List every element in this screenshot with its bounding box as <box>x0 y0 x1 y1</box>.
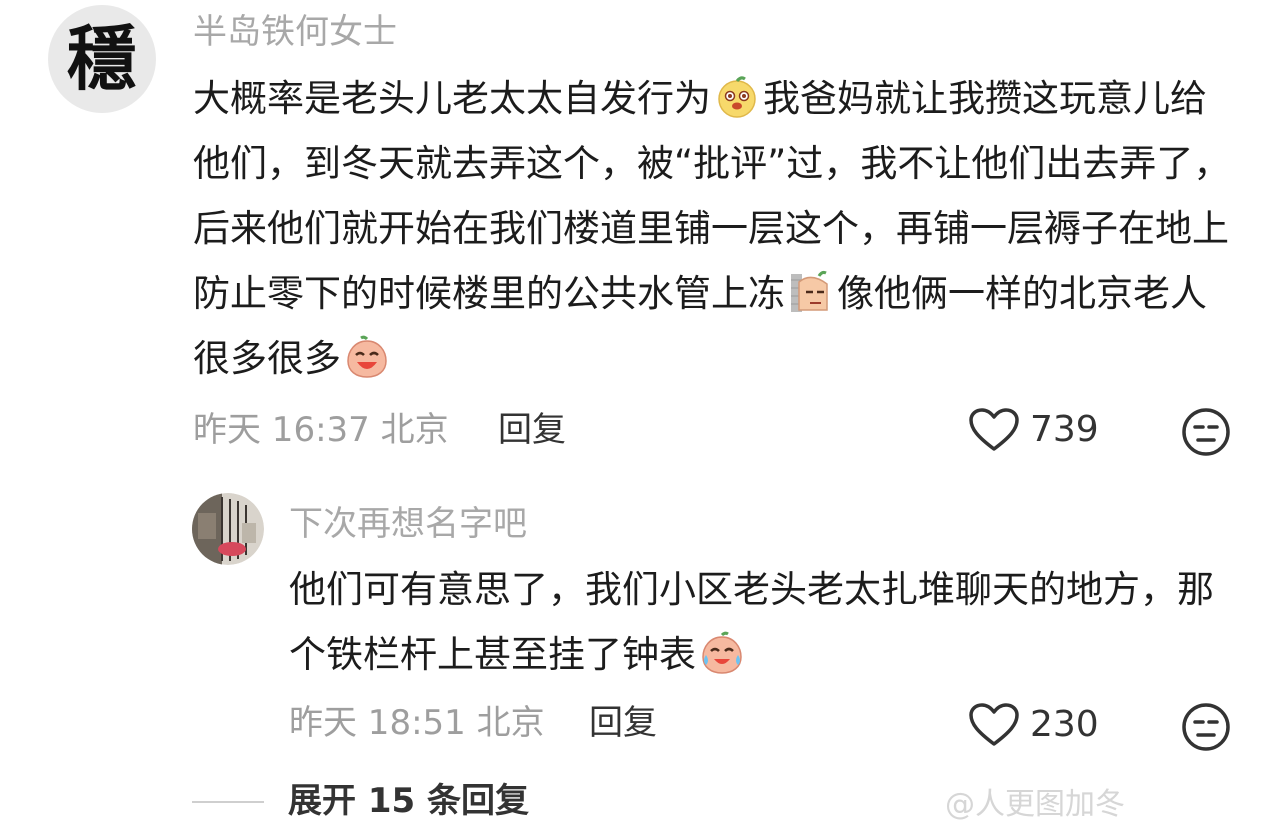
watermark: @人更图加冬 <box>945 787 1125 822</box>
reply-avatar[interactable] <box>192 493 264 565</box>
comment-text-part: 他们可有意思了，我们小区老头老太扎堆聊天的地方，那个铁栏杆上甚至挂了钟表 <box>289 568 1214 676</box>
reply-button[interactable]: 回复 <box>589 706 657 740</box>
dislike-face-icon[interactable] <box>1181 702 1231 752</box>
comment-timestamp: 昨天 16:37 北京 <box>193 410 449 450</box>
comment-timestamp: 昨天 18:51 北京 <box>289 703 545 743</box>
dislike-face-icon[interactable] <box>1181 407 1231 457</box>
like-button[interactable]: 230 <box>968 702 1099 748</box>
like-count: 230 <box>1030 704 1099 745</box>
heart-icon <box>969 703 1019 746</box>
comment-text-part: 大概率是老头儿老太太自发行为 <box>193 77 711 120</box>
avatar-char: 穩 <box>67 17 137 100</box>
side-eye-emoji <box>791 270 828 312</box>
username[interactable]: 下次再想名字吧 <box>289 507 527 541</box>
heart-icon <box>969 408 1019 451</box>
expand-divider <box>192 801 264 803</box>
username[interactable]: 半岛铁何女士 <box>193 15 397 49</box>
like-button[interactable]: 739 <box>968 407 1099 453</box>
laughing-face-emoji <box>347 335 387 378</box>
doge-face-emoji <box>718 76 756 118</box>
avatar[interactable]: 穩 <box>48 5 156 113</box>
like-count: 739 <box>1030 409 1099 450</box>
comment-text: 大概率是老头儿老太太自发行为 我爸妈就让我攒这玩意儿给他们，到冬天就去弄这个，被… <box>193 66 1238 391</box>
expand-replies-button[interactable]: 展开 15 条回复 <box>288 784 529 818</box>
crying-laughing-emoji <box>702 631 742 674</box>
reply-button[interactable]: 回复 <box>498 413 566 447</box>
comment-text: 他们可有意思了，我们小区老头老太扎堆聊天的地方，那个铁栏杆上甚至挂了钟表 <box>289 557 1239 687</box>
